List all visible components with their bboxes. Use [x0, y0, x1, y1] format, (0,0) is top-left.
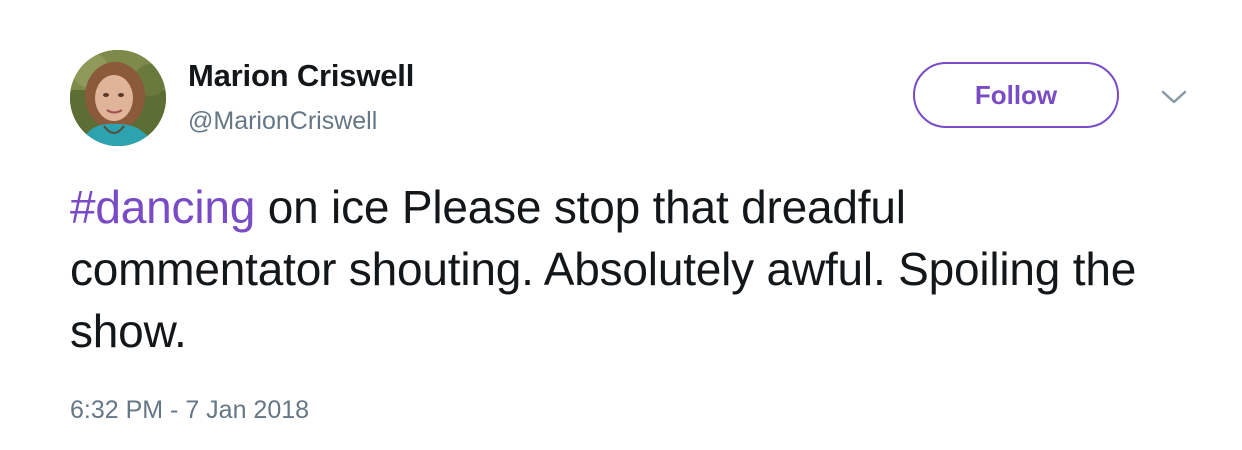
avatar-photo — [70, 50, 166, 146]
avatar[interactable] — [70, 50, 166, 146]
follow-button[interactable]: Follow — [913, 62, 1119, 128]
tweet-text: #dancing on ice Please stop that dreadfu… — [70, 176, 1180, 362]
author-display-name[interactable]: Marion Criswell — [188, 58, 414, 94]
tweet-card: Marion Criswell @MarionCriswell Follow #… — [0, 0, 1242, 450]
hashtag-link[interactable]: #dancing — [70, 181, 255, 233]
tweet-timestamp[interactable]: 6:32 PM - 7 Jan 2018 — [70, 396, 309, 425]
chevron-down-icon[interactable] — [1158, 86, 1190, 108]
author-handle[interactable]: @MarionCriswell — [188, 107, 377, 136]
